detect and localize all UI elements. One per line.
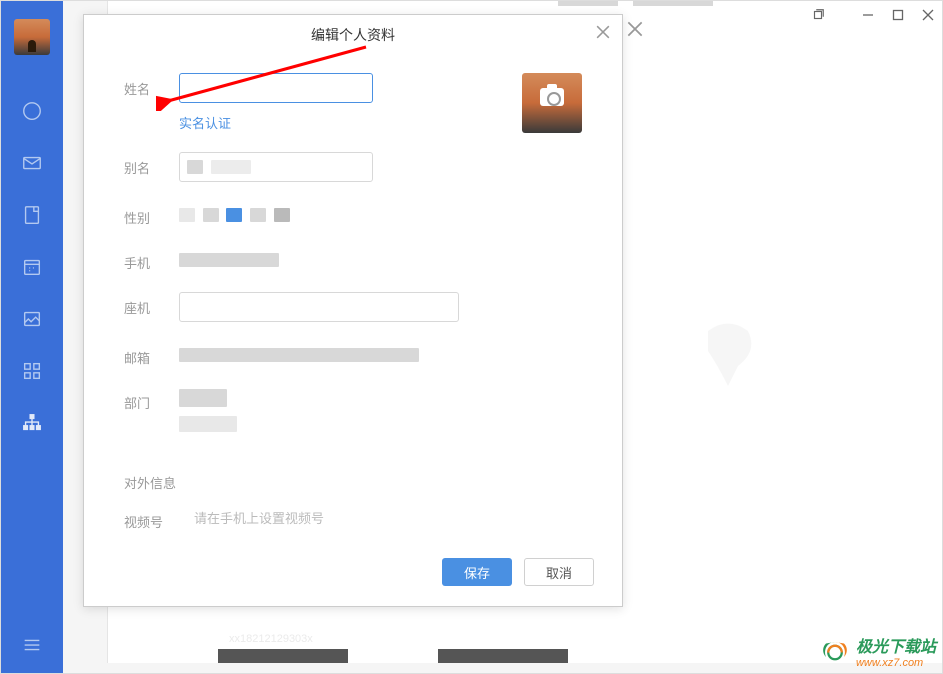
name-input[interactable]: [179, 73, 373, 103]
edit-profile-dialog: 编辑个人资料 姓名 实名认证 别名 性别: [83, 14, 623, 607]
email-value: [179, 342, 423, 365]
user-avatar[interactable]: [14, 19, 50, 55]
watermark-name: 极光下载站: [856, 639, 936, 657]
realname-auth-link[interactable]: 实名认证: [179, 113, 459, 132]
avatar-upload[interactable]: [522, 73, 582, 133]
gender-options[interactable]: [179, 202, 294, 225]
bg-illustration: [698, 311, 768, 406]
alias-input[interactable]: [179, 152, 373, 182]
bg-deco: [633, 1, 713, 6]
mobile-value: [179, 247, 283, 270]
camera-icon: [540, 88, 564, 106]
dialog-footer: 保存 取消: [442, 558, 594, 586]
window-title-bar: [804, 1, 942, 29]
department-label: 部门: [124, 387, 179, 412]
apps-icon[interactable]: [20, 359, 44, 383]
watermark: 极光下载站 www.xz7.com: [820, 639, 936, 669]
minimize-button[interactable]: [854, 1, 882, 29]
alias-label: 别名: [124, 152, 179, 177]
dialog-title: 编辑个人资料: [311, 25, 395, 45]
org-icon[interactable]: [20, 411, 44, 435]
dialog-close-icon[interactable]: [596, 25, 612, 41]
image-icon[interactable]: [20, 307, 44, 331]
landline-label: 座机: [124, 292, 179, 317]
video-hint: 请在手机上设置视频号: [194, 506, 324, 527]
panel-close-icon[interactable]: [627, 21, 647, 41]
calendar-icon[interactable]: [20, 255, 44, 279]
cancel-button[interactable]: 取消: [524, 558, 594, 586]
video-label: 视频号: [124, 506, 194, 531]
mobile-label: 手机: [124, 247, 179, 272]
email-label: 邮箱: [124, 342, 179, 367]
gender-label: 性别: [124, 202, 179, 227]
menu-icon[interactable]: [20, 633, 44, 657]
bg-deco: [558, 1, 618, 6]
left-sidebar: [1, 1, 63, 673]
watermark-logo-icon: [820, 639, 850, 669]
doc-icon[interactable]: [20, 203, 44, 227]
external-link-icon[interactable]: [804, 1, 832, 29]
chat-icon[interactable]: [20, 99, 44, 123]
mail-icon[interactable]: [20, 151, 44, 175]
save-button[interactable]: 保存: [442, 558, 512, 586]
external-info-label: 对外信息: [124, 473, 582, 492]
bg-deco: [438, 649, 568, 663]
bg-deco: [218, 649, 348, 663]
window-close-button[interactable]: [914, 1, 942, 29]
watermark-url: www.xz7.com: [856, 657, 936, 669]
dialog-header: 编辑个人资料: [84, 15, 622, 55]
department-value: [179, 387, 241, 435]
maximize-button[interactable]: [884, 1, 912, 29]
name-label: 姓名: [124, 73, 179, 98]
landline-input[interactable]: [179, 292, 459, 322]
bg-id-text: xx18212129303x: [229, 633, 313, 645]
